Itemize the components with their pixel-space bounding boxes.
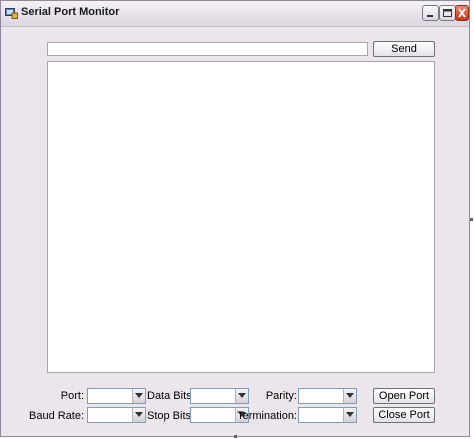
resize-handle-right[interactable] bbox=[470, 218, 473, 221]
data-bits-select[interactable] bbox=[190, 388, 249, 404]
maximize-button[interactable] bbox=[439, 5, 456, 21]
baud-rate-label: Baud Rate: bbox=[29, 410, 85, 422]
chevron-down-icon bbox=[135, 412, 143, 417]
data-bits-dropdown-button[interactable] bbox=[235, 389, 248, 403]
stop-bits-label: Stop Bits: bbox=[147, 410, 195, 422]
output-textarea[interactable] bbox=[47, 61, 435, 373]
port-dropdown-button[interactable] bbox=[132, 389, 145, 403]
data-bits-label: Data Bits: bbox=[147, 390, 195, 402]
chevron-down-icon bbox=[346, 412, 354, 417]
minimize-icon bbox=[427, 15, 433, 17]
chevron-down-icon bbox=[135, 393, 143, 398]
send-input[interactable] bbox=[47, 42, 368, 56]
send-button[interactable]: Send bbox=[373, 41, 435, 57]
maximize-icon bbox=[443, 9, 452, 17]
close-icon bbox=[458, 8, 466, 18]
parity-dropdown-button[interactable] bbox=[343, 389, 356, 403]
termination-label: Termination: bbox=[237, 410, 297, 422]
minimize-button[interactable] bbox=[422, 5, 439, 21]
main-window: Serial Port Monitor Send Port: Data Bits… bbox=[0, 0, 470, 437]
port-label: Port: bbox=[60, 390, 84, 402]
chevron-down-icon bbox=[238, 393, 246, 398]
termination-select[interactable] bbox=[298, 407, 357, 423]
parity-select[interactable] bbox=[298, 388, 357, 404]
title-bar[interactable]: Serial Port Monitor bbox=[1, 1, 469, 27]
parity-label: Parity: bbox=[265, 390, 297, 402]
baud-rate-select[interactable] bbox=[87, 407, 146, 423]
baud-rate-dropdown-button[interactable] bbox=[132, 408, 145, 422]
resize-handle-bottom[interactable] bbox=[234, 435, 237, 438]
termination-dropdown-button[interactable] bbox=[343, 408, 356, 422]
serial-port-app-icon[interactable] bbox=[5, 7, 18, 19]
close-port-button[interactable]: Close Port bbox=[373, 407, 435, 423]
chevron-down-icon bbox=[346, 393, 354, 398]
open-port-button[interactable]: Open Port bbox=[373, 388, 435, 404]
window-title: Serial Port Monitor bbox=[21, 6, 120, 18]
close-button[interactable] bbox=[455, 5, 469, 21]
port-select[interactable] bbox=[87, 388, 146, 404]
